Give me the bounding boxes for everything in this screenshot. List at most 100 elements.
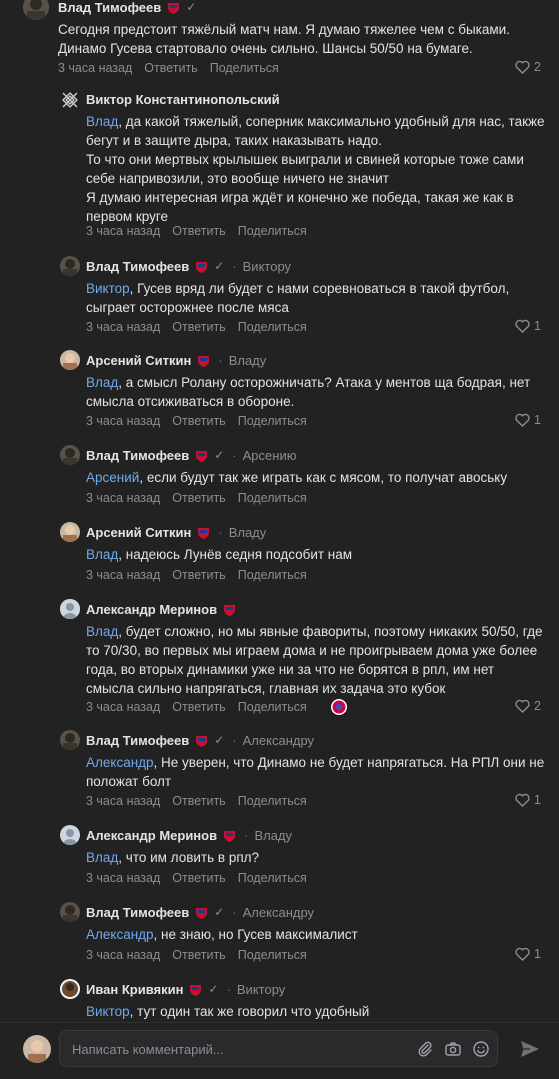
reply-button[interactable]: Ответить [172, 414, 225, 428]
reply-to[interactable]: · Арсению [232, 448, 296, 463]
reply-button[interactable]: Ответить [172, 794, 225, 808]
author-name[interactable]: Виктор Константинопольский [86, 92, 280, 107]
comment-time[interactable]: 3 часа назад [86, 320, 160, 334]
reply-to[interactable]: · Владу [218, 353, 266, 368]
avatar[interactable] [60, 445, 80, 465]
emoji-icon[interactable] [472, 1040, 490, 1058]
paperclip-icon[interactable] [416, 1040, 434, 1058]
reply-button[interactable]: Ответить [172, 871, 225, 885]
avatar[interactable] [23, 0, 49, 20]
mention-link[interactable]: Влад [86, 375, 118, 390]
comment-time[interactable]: 3 часа назад [86, 568, 160, 582]
comment-actions: 3 часа назад Ответить Поделиться [86, 947, 319, 963]
club-badge-icon [198, 527, 210, 539]
reply-button[interactable]: Ответить [172, 948, 225, 962]
comment-time[interactable]: 3 часа назад [86, 700, 160, 714]
club-badge-icon [224, 830, 236, 842]
avatar[interactable] [60, 350, 80, 370]
author-name[interactable]: Александр Меринов [86, 828, 217, 843]
avatar[interactable] [60, 730, 80, 750]
share-button[interactable]: Поделиться [238, 794, 307, 808]
author-name[interactable]: Влад Тимофеев [86, 905, 189, 920]
avatar[interactable] [60, 599, 80, 619]
reply-to[interactable]: · Александру [232, 905, 314, 920]
share-button[interactable]: Поделиться [238, 320, 307, 334]
avatar[interactable] [60, 256, 80, 276]
mention-link[interactable]: Виктор [86, 1004, 130, 1019]
like-button[interactable]: 1 [515, 947, 541, 961]
author-name[interactable]: Влад Тимофеев [58, 0, 161, 15]
author-name[interactable]: Влад Тимофеев [86, 259, 189, 274]
mention-link[interactable]: Александр [86, 927, 154, 942]
share-button[interactable]: Поделиться [238, 224, 307, 238]
mention-link[interactable]: Арсений [86, 470, 139, 485]
mention-link[interactable]: Александр [86, 755, 154, 770]
comment-time[interactable]: 3 часа назад [86, 794, 160, 808]
reply-to[interactable]: · Александру [232, 733, 314, 748]
mention-link[interactable]: Влад [86, 114, 118, 129]
reply-to[interactable]: · Виктору [232, 259, 291, 274]
mention-link[interactable]: Влад [86, 547, 118, 562]
author-name[interactable]: Иван Кривякин [86, 982, 183, 997]
reply-to[interactable]: · Владу [244, 828, 292, 843]
like-button[interactable]: 2 [515, 699, 541, 713]
comment-header: Александр Меринов · Владу [86, 826, 292, 844]
reply-button[interactable]: Ответить [172, 700, 225, 714]
mention-link[interactable]: Влад [86, 624, 118, 639]
reply-button[interactable]: Ответить [172, 320, 225, 334]
share-button[interactable]: Поделиться [210, 61, 279, 75]
heart-icon [515, 793, 530, 807]
comment-input[interactable] [72, 1040, 402, 1058]
share-button[interactable]: Поделиться [238, 948, 307, 962]
camera-icon[interactable] [444, 1040, 462, 1058]
comment-time[interactable]: 3 часа назад [86, 414, 160, 428]
share-button[interactable]: Поделиться [238, 568, 307, 582]
send-icon[interactable] [519, 1038, 541, 1060]
comment-text: Александр, не знаю, но Гусев максималист [86, 927, 358, 942]
comment-time[interactable]: 3 часа назад [58, 61, 132, 75]
author-name[interactable]: Влад Тимофеев [86, 448, 189, 463]
comment-composer [0, 1022, 559, 1079]
comment-text: Арсений, если будут так же играть как с … [86, 470, 508, 485]
current-user-avatar[interactable] [23, 1035, 51, 1063]
club-badge-icon [196, 735, 208, 747]
avatar[interactable] [60, 90, 80, 110]
avatar[interactable] [60, 979, 80, 999]
reply-button[interactable]: Ответить [172, 224, 225, 238]
comment-time[interactable]: 3 часа назад [86, 948, 160, 962]
share-button[interactable]: Поделиться [238, 871, 307, 885]
mention-link[interactable]: Влад [86, 850, 118, 865]
like-button[interactable]: 2 [515, 60, 541, 74]
comment-header: Влад Тимофеев ✓ · Арсению [86, 446, 296, 464]
comment-time[interactable]: 3 часа назад [86, 871, 160, 885]
comment-header: Иван Кривякин ✓ · Виктору [86, 980, 285, 998]
reply-button[interactable]: Ответить [172, 491, 225, 505]
author-name[interactable]: Арсений Ситкин [86, 353, 191, 368]
reply-to[interactable]: · Виктору [227, 982, 286, 997]
like-button[interactable]: 1 [515, 413, 541, 427]
comment-actions: 3 часа назад Ответить Поделиться [86, 567, 319, 583]
share-button[interactable]: Поделиться [238, 414, 307, 428]
like-button[interactable]: 1 [515, 793, 541, 807]
like-count: 1 [534, 947, 541, 961]
reaction-icon[interactable] [331, 699, 347, 715]
mention-link[interactable]: Виктор [86, 281, 130, 296]
comment-header: Арсений Ситкин · Владу [86, 351, 266, 369]
reply-button[interactable]: Ответить [144, 61, 197, 75]
comment-time[interactable]: 3 часа назад [86, 224, 160, 238]
share-button[interactable]: Поделиться [238, 491, 307, 505]
reply-to[interactable]: · Владу [218, 525, 266, 540]
avatar[interactable] [60, 522, 80, 542]
comment: Александр Меринов · Владу Влад, что им ло… [60, 825, 545, 886]
comment-time[interactable]: 3 часа назад [86, 491, 160, 505]
comment: Влад Тимофеев ✓ Сегодня предстоит тяжёлы… [23, 0, 545, 76]
author-name[interactable]: Александр Меринов [86, 602, 217, 617]
like-button[interactable]: 1 [515, 319, 541, 333]
reply-button[interactable]: Ответить [172, 568, 225, 582]
heart-icon [515, 413, 530, 427]
author-name[interactable]: Влад Тимофеев [86, 733, 189, 748]
share-button[interactable]: Поделиться [238, 700, 307, 714]
avatar[interactable] [60, 902, 80, 922]
author-name[interactable]: Арсений Ситкин [86, 525, 191, 540]
avatar[interactable] [60, 825, 80, 845]
